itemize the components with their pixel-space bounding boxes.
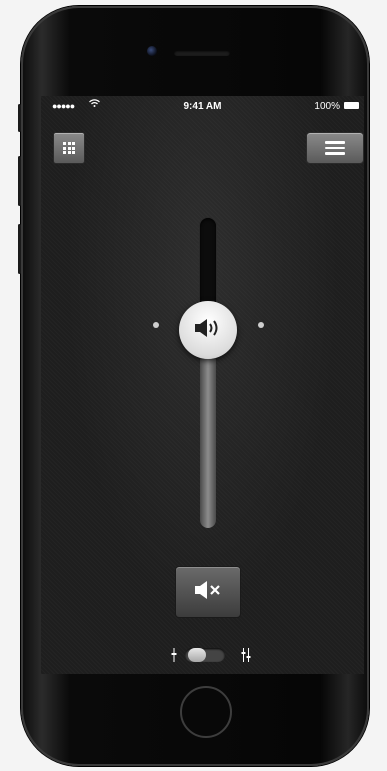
mono-stereo-switch-row xyxy=(171,646,251,664)
speaker-muted-icon xyxy=(192,579,224,606)
slider-dot-right xyxy=(258,322,264,328)
hamburger-menu-icon xyxy=(325,138,345,158)
app-screen: ●●●●● 9:41 AM 100% xyxy=(41,96,364,674)
speaker-on-icon xyxy=(193,316,223,345)
volume-slider-knob[interactable] xyxy=(179,301,237,359)
volume-up-hardware-button xyxy=(18,156,21,206)
earpiece-speaker xyxy=(174,50,230,56)
mono-icon xyxy=(171,648,177,667)
slider-dot-left xyxy=(153,322,159,328)
volume-track-filled xyxy=(200,332,216,528)
volume-down-hardware-button xyxy=(18,224,21,274)
battery-icon xyxy=(344,102,359,109)
volume-track-empty xyxy=(200,218,216,310)
toggle-knob[interactable] xyxy=(188,648,206,662)
status-bar: ●●●●● 9:41 AM 100% xyxy=(41,96,364,116)
silent-switch xyxy=(18,104,21,132)
mono-stereo-toggle[interactable] xyxy=(185,648,225,662)
menu-button[interactable] xyxy=(306,132,364,164)
battery-percentage: 100% xyxy=(314,101,340,112)
front-camera xyxy=(147,46,157,56)
keypad-button[interactable] xyxy=(53,132,85,164)
keypad-grid-icon xyxy=(63,142,75,154)
home-button[interactable] xyxy=(180,686,232,738)
mute-button[interactable] xyxy=(175,566,241,618)
stereo-icon xyxy=(241,648,251,667)
